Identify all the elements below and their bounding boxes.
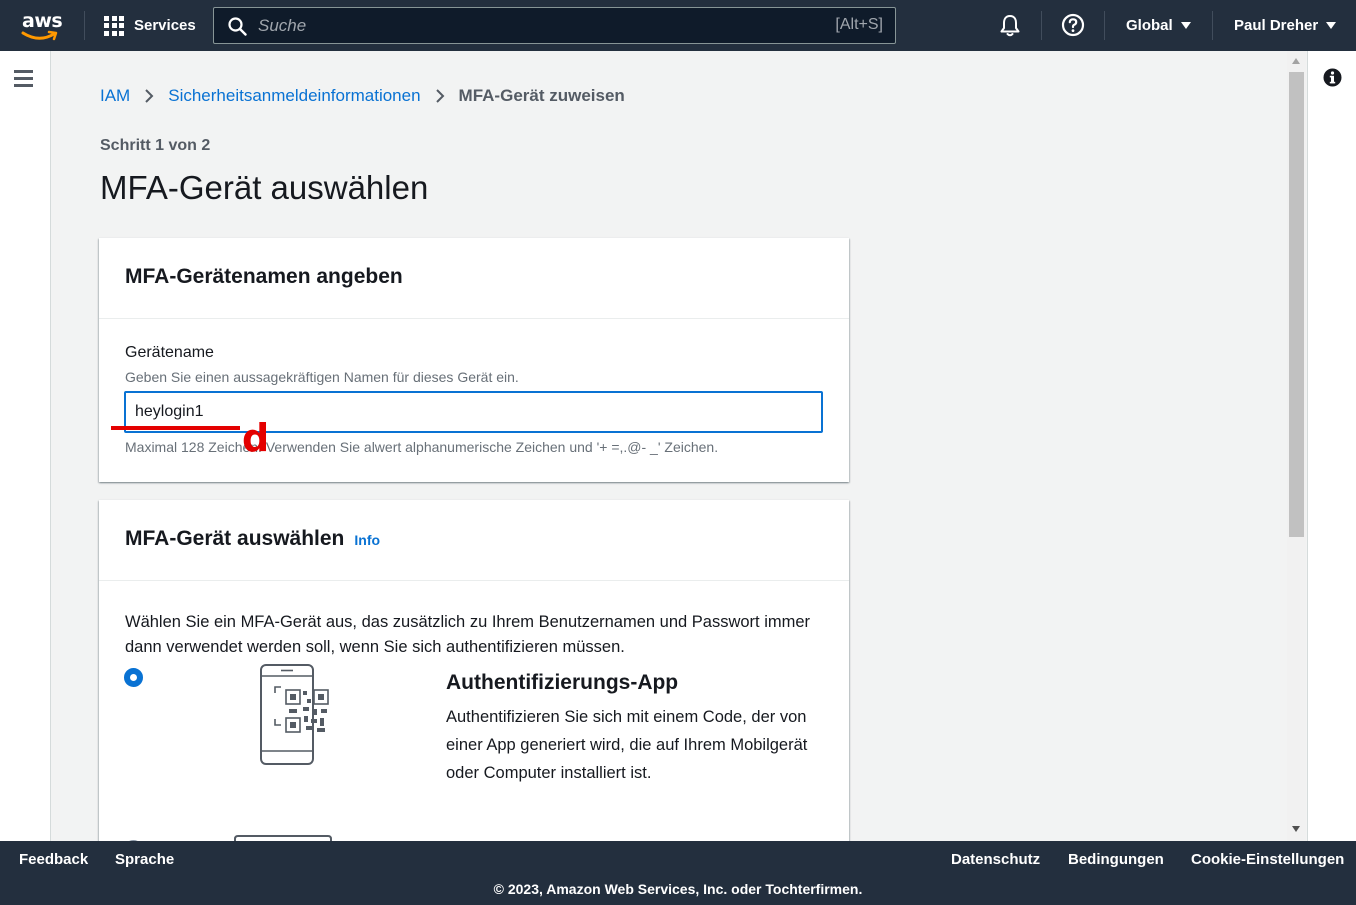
- region-selector[interactable]: Global: [1126, 0, 1191, 51]
- nav-divider: [1212, 11, 1213, 40]
- right-tools-rail: [1307, 51, 1356, 841]
- device-name-card: MFA-Gerätenamen angeben Gerätename Geben…: [99, 238, 849, 482]
- services-label: Services: [134, 17, 196, 34]
- services-menu-button[interactable]: Services: [104, 0, 196, 51]
- breadcrumb-security-credentials[interactable]: Sicherheitsanmeldeinformationen: [168, 86, 420, 106]
- aws-logo[interactable]: aws: [18, 8, 68, 42]
- qr-phone-icon: [260, 664, 329, 765]
- caret-down-icon: [1326, 22, 1337, 29]
- left-navigation-rail: [0, 51, 51, 841]
- authenticator-app-description: Authentifizieren Sie sich mit einem Code…: [446, 708, 808, 782]
- nav-divider: [1104, 11, 1105, 40]
- region-label: Global: [1126, 17, 1173, 34]
- grid-icon: [104, 15, 124, 36]
- annotation-letter: d: [242, 416, 270, 460]
- step-indicator: Schritt 1 von 2: [100, 137, 211, 154]
- chevron-right-icon: [145, 89, 154, 103]
- search-icon: [228, 17, 247, 36]
- nav-divider: [84, 11, 85, 40]
- device-type-card: MFA-Gerät auswählen Info Wählen Sie ein M…: [99, 500, 849, 859]
- info-link[interactable]: Info: [354, 532, 380, 548]
- aws-logo-text: aws: [22, 10, 63, 32]
- info-icon[interactable]: [1323, 68, 1342, 87]
- bell-icon[interactable]: [998, 13, 1022, 38]
- help-icon[interactable]: [1061, 13, 1085, 37]
- aws-smile-icon: [21, 30, 58, 41]
- search-shortcut: [Alt+S]: [835, 16, 883, 33]
- authenticator-app-title: Authentifizierungs-App: [446, 671, 679, 694]
- card-title: MFA-Gerät auswählen Info: [125, 527, 380, 551]
- scroll-up-icon[interactable]: [1292, 58, 1300, 64]
- device-name-label: Gerätename: [125, 344, 214, 361]
- language-link[interactable]: Sprache: [115, 851, 174, 868]
- user-label: Paul Dreher: [1234, 17, 1319, 34]
- breadcrumb-iam[interactable]: IAM: [100, 86, 130, 106]
- search-bar[interactable]: [Alt+S]: [213, 7, 896, 44]
- breadcrumb-current: MFA-Gerät zuweisen: [458, 86, 625, 105]
- device-name-description: Geben Sie einen aussagekräftigen Namen f…: [125, 369, 519, 385]
- card-header: MFA-Gerät auswählen Info: [99, 500, 849, 581]
- breadcrumb: IAM Sicherheitsanmeldeinformationen MFA-…: [100, 86, 625, 106]
- footer: Feedback Sprache Datenschutz Bedingungen…: [0, 841, 1356, 905]
- hamburger-menu-icon[interactable]: [14, 70, 33, 91]
- top-navigation: aws Services [Alt+S] Global Paul Dre: [0, 0, 1356, 51]
- copyright-text: © 2023, Amazon Web Services, Inc. oder T…: [493, 881, 863, 897]
- card-title-text: MFA-Gerät auswählen: [125, 527, 345, 550]
- page-title: MFA-Gerät auswählen: [100, 169, 429, 206]
- annotation-underline: [111, 426, 240, 430]
- terms-link[interactable]: Bedingungen: [1068, 851, 1164, 868]
- user-menu[interactable]: Paul Dreher: [1234, 0, 1337, 51]
- scroll-down-icon[interactable]: [1292, 826, 1300, 832]
- search-input[interactable]: [258, 14, 818, 38]
- privacy-link[interactable]: Datenschutz: [951, 851, 1040, 868]
- nav-divider: [1041, 11, 1042, 40]
- card-title: MFA-Gerätenamen angeben: [125, 265, 403, 288]
- device-type-description: Wählen Sie ein MFA-Gerät aus, das zusätz…: [125, 613, 811, 656]
- device-name-constraint: Maximal 128 Zeichen. Verwenden Sie alwer…: [125, 439, 719, 455]
- authenticator-app-radio[interactable]: [124, 668, 143, 687]
- feedback-link[interactable]: Feedback: [19, 851, 88, 868]
- page-scrollbar[interactable]: [1287, 51, 1306, 841]
- caret-down-icon: [1180, 22, 1191, 29]
- cookie-settings-link[interactable]: Cookie-Einstellungen: [1191, 851, 1344, 868]
- scrollbar-thumb[interactable]: [1289, 72, 1304, 537]
- chevron-right-icon: [435, 89, 444, 103]
- card-header: MFA-Gerätenamen angeben: [99, 238, 849, 319]
